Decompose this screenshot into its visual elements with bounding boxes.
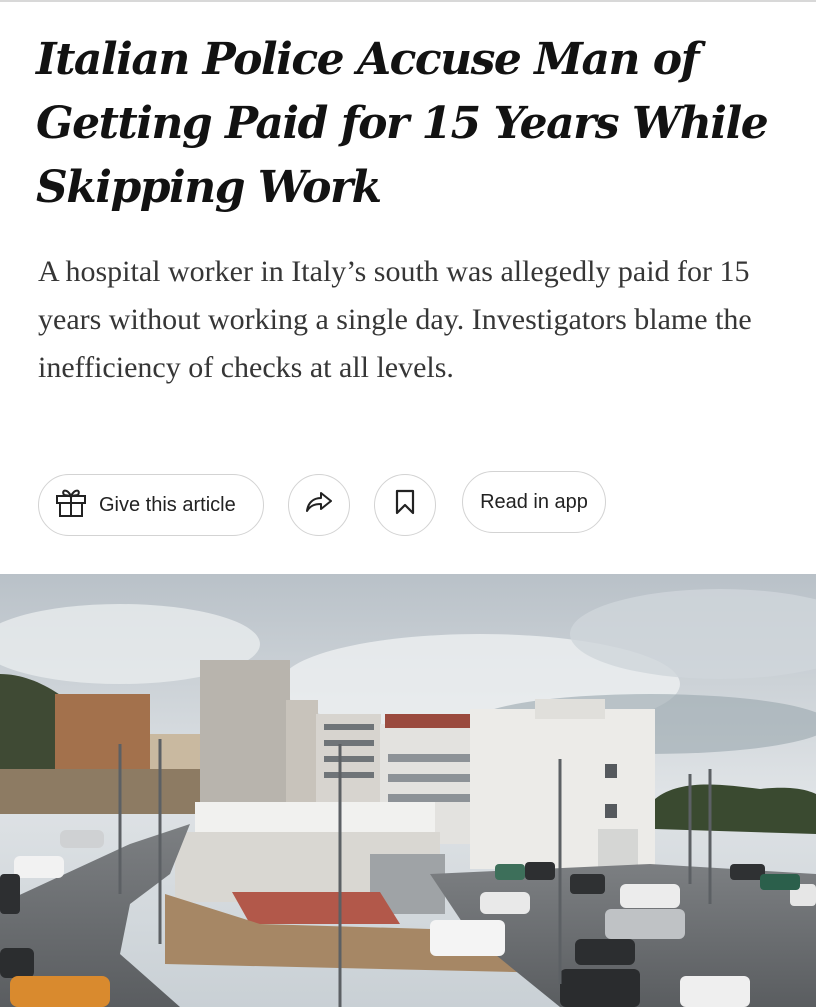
article-photo bbox=[0, 574, 816, 1007]
article-headline: Italian Police Accuse Man of Getting Pai… bbox=[36, 34, 769, 213]
bookmark-icon bbox=[394, 489, 416, 521]
give-article-label: Give this article bbox=[99, 493, 236, 516]
save-bookmark-button[interactable] bbox=[374, 474, 436, 536]
gift-icon bbox=[53, 484, 89, 526]
share-arrow-icon bbox=[305, 490, 333, 520]
article-summary: A hospital worker in Italy’s south was a… bbox=[38, 255, 752, 384]
give-article-button[interactable]: Give this article bbox=[38, 474, 264, 536]
share-button[interactable] bbox=[288, 474, 350, 536]
read-in-app-label: Read in app bbox=[480, 490, 588, 513]
top-divider bbox=[0, 0, 816, 2]
read-in-app-button[interactable]: Read in app bbox=[462, 471, 606, 533]
